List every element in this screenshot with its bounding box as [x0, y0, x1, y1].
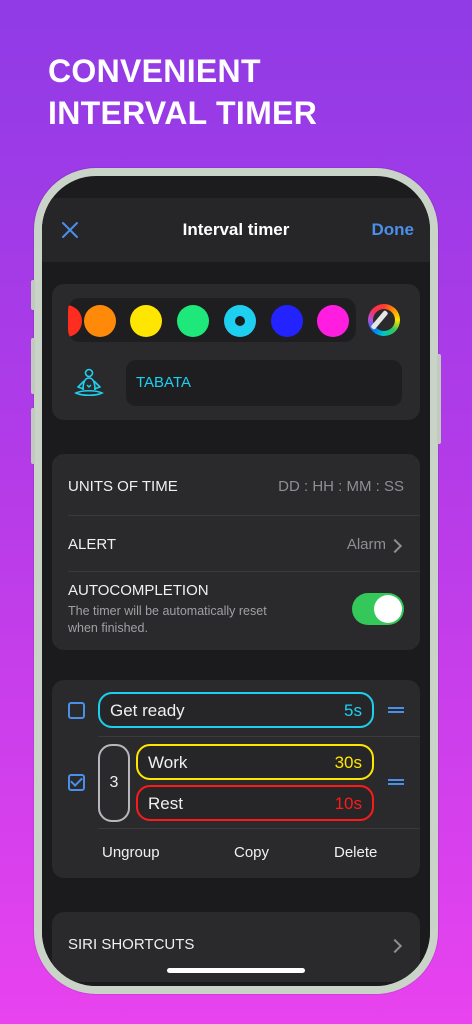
volume-up-button: [31, 338, 35, 394]
color-swatch[interactable]: [271, 305, 303, 337]
ungroup-button[interactable]: Ungroup: [102, 844, 160, 861]
work-interval[interactable]: Work 30s: [136, 744, 374, 780]
color-swatch[interactable]: [317, 305, 349, 337]
timer-sheet: Interval timer Done TABATA UNITS OF TIME…: [42, 198, 430, 986]
color-swatch[interactable]: [84, 305, 116, 337]
mute-switch: [31, 280, 35, 310]
power-button: [437, 354, 441, 444]
autocompletion-label: AUTOCOMPLETION: [68, 582, 209, 599]
drag-handle-icon[interactable]: [388, 779, 404, 789]
timer-name-input[interactable]: TABATA: [126, 360, 402, 406]
headline: CONVENIENT INTERVAL TIMER: [48, 50, 317, 134]
interval-label: Work: [148, 753, 188, 772]
get-ready-checkbox[interactable]: [68, 702, 85, 719]
interval-duration: 5s: [344, 701, 362, 720]
home-indicator: [167, 968, 305, 973]
autocompletion-description: The timer will be automatically reset wh…: [68, 604, 267, 635]
rest-interval[interactable]: Rest 10s: [136, 785, 374, 821]
delete-button[interactable]: Delete: [334, 844, 377, 861]
meditation-icon[interactable]: [72, 366, 106, 400]
chevron-right-icon[interactable]: [387, 538, 403, 554]
selected-dot: [235, 316, 245, 326]
color-swatch-selected[interactable]: [224, 305, 256, 337]
color-picker-icon[interactable]: [368, 304, 400, 336]
chevron-right-icon[interactable]: [387, 938, 403, 954]
divider: [98, 736, 420, 737]
group-checkbox[interactable]: [68, 774, 85, 791]
interval-label: Rest: [148, 794, 183, 813]
color-swatch[interactable]: [130, 305, 162, 337]
color-swatch[interactable]: [68, 305, 82, 337]
units-of-time-label: UNITS OF TIME: [68, 478, 178, 495]
rounds-count[interactable]: 3: [98, 744, 130, 822]
headline-line-1: CONVENIENT: [48, 53, 261, 89]
interval-label: Get ready: [110, 701, 185, 720]
drag-handle-icon[interactable]: [388, 707, 404, 717]
toggle-knob: [374, 595, 402, 623]
divider: [68, 515, 420, 516]
settings-card: UNITS OF TIME DD : HH : MM : SS ALERT Al…: [52, 454, 420, 650]
appearance-card: TABATA: [52, 284, 420, 420]
copy-button[interactable]: Copy: [234, 844, 269, 861]
color-swatch[interactable]: [177, 305, 209, 337]
done-button[interactable]: Done: [372, 220, 415, 240]
interval-duration: 30s: [334, 753, 362, 772]
get-ready-interval[interactable]: Get ready 5s: [98, 692, 374, 728]
siri-shortcuts-label: SIRI SHORTCUTS: [68, 936, 195, 953]
autocompletion-toggle[interactable]: [352, 593, 404, 625]
color-palette[interactable]: [68, 298, 356, 342]
divider: [68, 571, 420, 572]
alert-value[interactable]: Alarm: [347, 536, 386, 553]
interval-duration: 10s: [334, 794, 362, 813]
units-of-time-value[interactable]: DD : HH : MM : SS: [278, 478, 404, 495]
volume-down-button: [31, 408, 35, 464]
alert-label: ALERT: [68, 536, 117, 553]
divider: [98, 828, 420, 829]
navbar: Interval timer Done: [42, 198, 430, 262]
headline-line-2: INTERVAL TIMER: [48, 95, 318, 131]
phone-frame: Interval timer Done TABATA UNITS OF TIME…: [31, 168, 441, 994]
phone-screen: Interval timer Done TABATA UNITS OF TIME…: [42, 176, 430, 986]
intervals-card: Get ready 5s 3 Work 30s Rest 10s Ungroup: [52, 680, 420, 878]
